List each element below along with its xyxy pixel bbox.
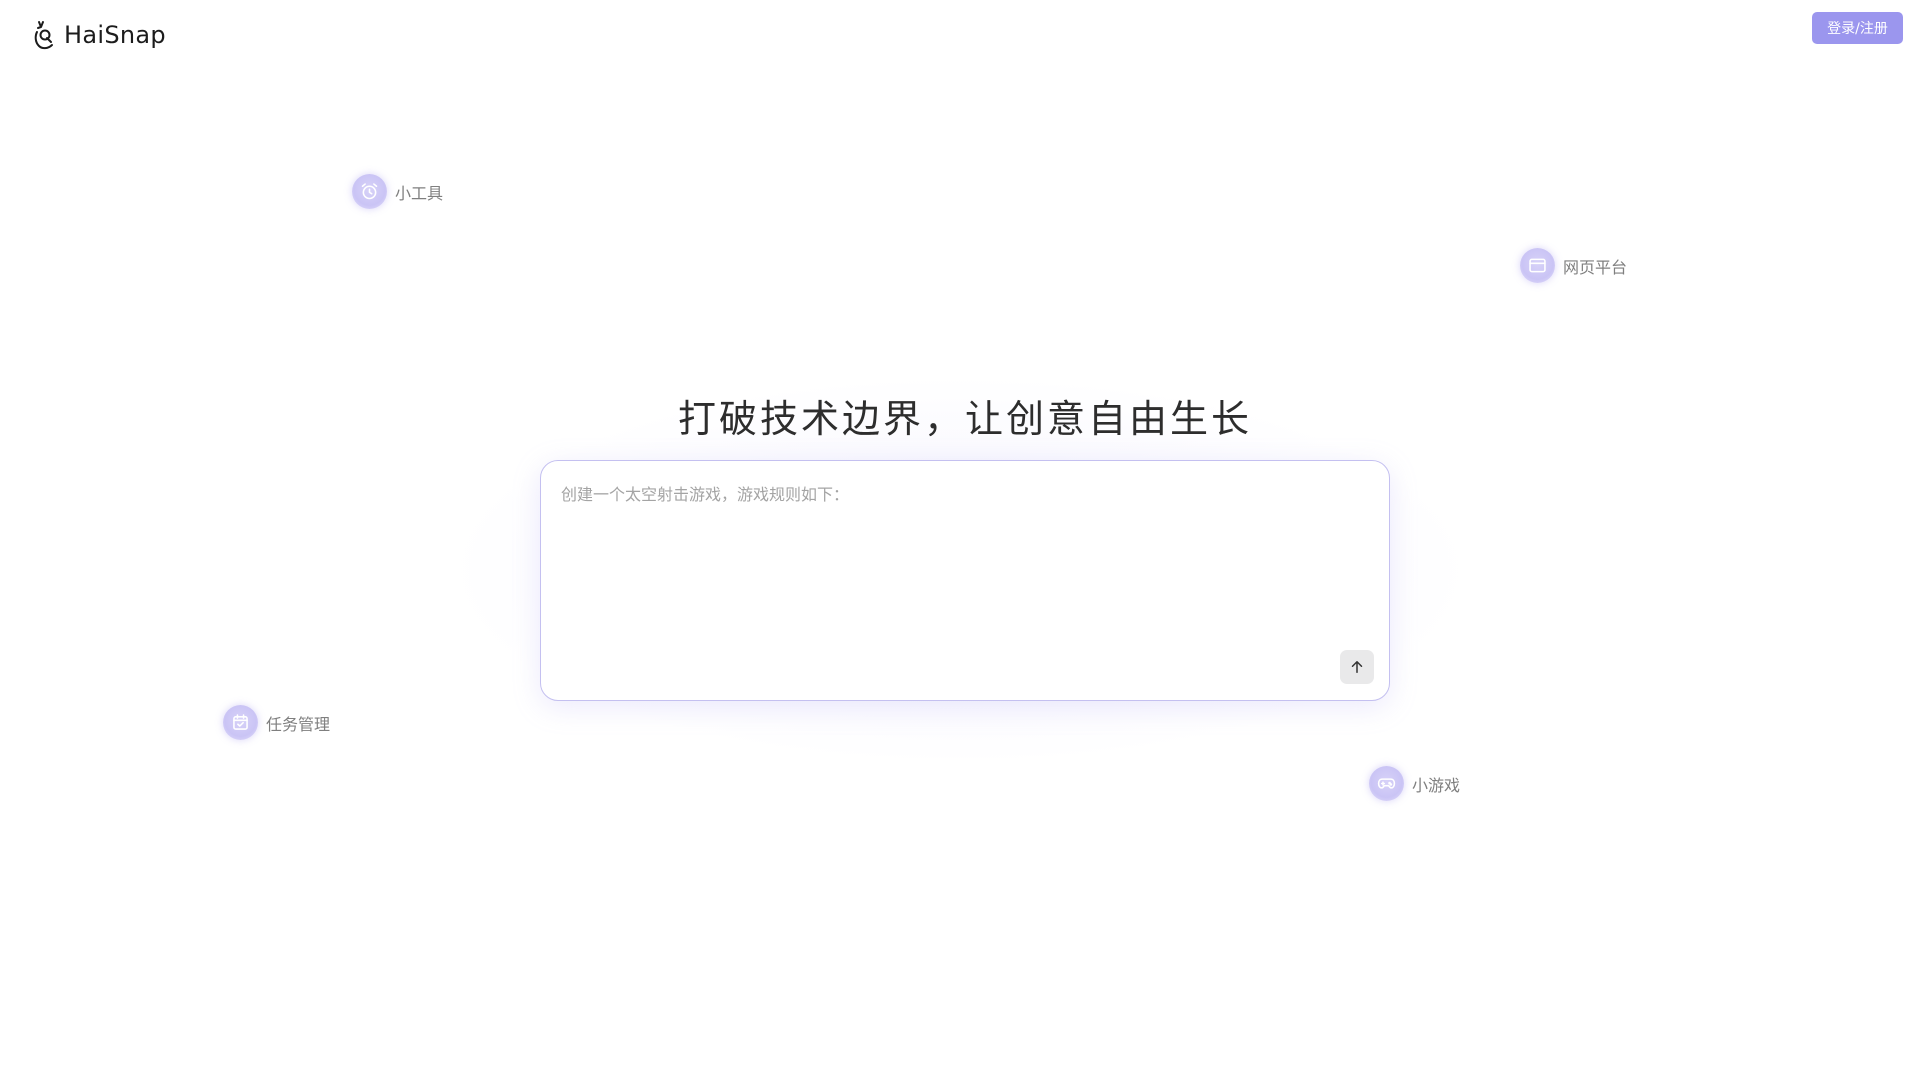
prompt-container [540,460,1390,701]
arrow-up-icon [1351,661,1363,673]
category-chip-tools[interactable]: 小工具 [352,174,443,209]
alarm-clock-icon [352,174,387,209]
category-label: 小工具 [395,183,444,203]
haisnap-logo-icon [34,21,53,50]
category-label: 小游戏 [1412,775,1461,795]
category-label: 任务管理 [266,714,331,734]
category-label: 网页平台 [1563,257,1628,277]
calendar-check-icon [223,705,258,740]
prompt-input[interactable] [561,481,1369,640]
category-chip-web-platform[interactable]: 网页平台 [1520,248,1627,283]
gamepad-icon [1369,766,1404,801]
brand-name: HaiSnap [64,21,166,49]
page: HaiSnap 登录/注册 小工具 网页平台 任务管理 小游戏 打破技术边界，让… [0,0,1920,1080]
category-chip-task-management[interactable]: 任务管理 [223,705,330,740]
login-register-button[interactable]: 登录/注册 [1812,12,1903,44]
send-button[interactable] [1340,650,1374,684]
category-chip-mini-games[interactable]: 小游戏 [1369,766,1460,801]
brand-logo[interactable]: HaiSnap [32,18,166,52]
page-title: 打破技术边界，让创意自由生长 [677,397,1252,441]
browser-window-icon [1520,248,1555,283]
